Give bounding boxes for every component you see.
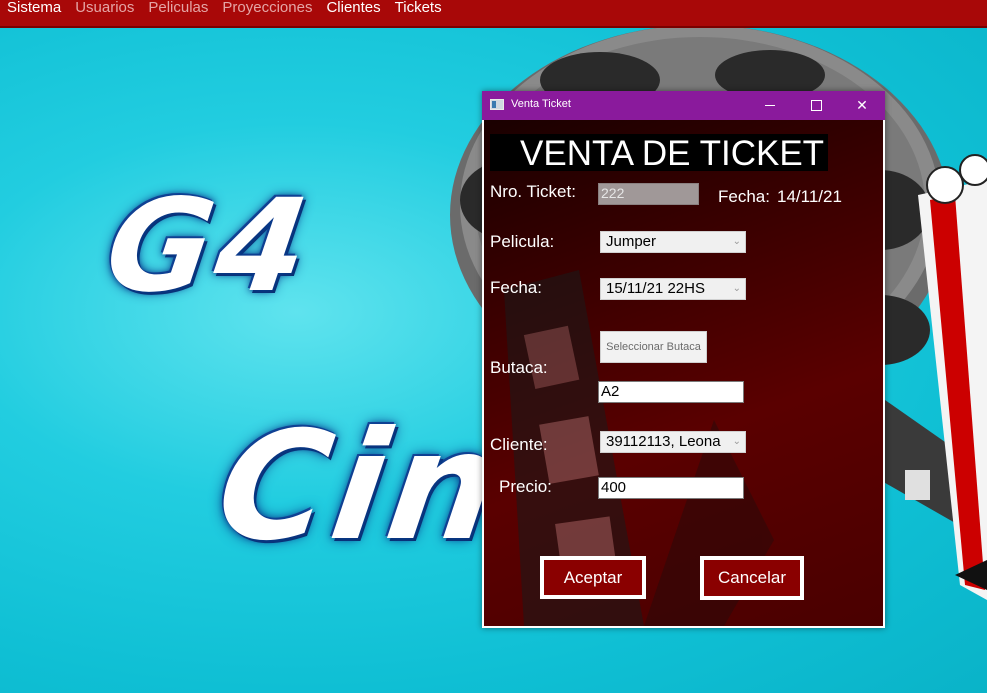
butaca-field[interactable]: A2 <box>598 381 744 403</box>
fecha-venta-label: Fecha: <box>718 187 770 206</box>
cliente-select[interactable]: 39112113, Leona ⌄ <box>600 431 746 453</box>
menu-peliculas: Peliculas <box>148 0 209 16</box>
window-client-area: VENTA DE TICKET Nro. Ticket: 222 Fecha: … <box>484 120 883 626</box>
chevron-down-icon: ⌄ <box>732 236 741 247</box>
pelicula-select-value: Jumper <box>606 233 657 250</box>
window-app-icon <box>490 99 504 110</box>
cliente-label: Cliente: <box>490 435 548 454</box>
ticket-number-field: 222 <box>598 183 699 205</box>
menu-tickets[interactable]: Tickets <box>388 0 449 16</box>
window-title: Venta Ticket <box>511 98 571 110</box>
header-banner: VENTA DE TICKET <box>490 134 828 173</box>
butaca-label: Butaca: <box>490 358 548 377</box>
seleccionar-butaca-button[interactable]: Seleccionar Butaca <box>600 331 707 363</box>
minimize-button[interactable] <box>747 91 793 120</box>
maximize-icon <box>810 100 822 111</box>
menu-usuarios: Usuarios <box>75 0 135 16</box>
menu-proyecciones: Proyecciones <box>222 0 313 16</box>
close-button[interactable]: ✕ <box>839 91 885 120</box>
precio-label: Precio: <box>499 477 552 496</box>
menu-clientes[interactable]: Clientes <box>319 0 387 16</box>
pelicula-select[interactable]: Jumper ⌄ <box>600 231 746 253</box>
chevron-down-icon: ⌄ <box>732 283 741 294</box>
chevron-down-icon: ⌄ <box>732 436 741 447</box>
accept-button[interactable]: Aceptar <box>540 556 646 599</box>
minimize-icon <box>765 105 775 106</box>
precio-field[interactable]: 400 <box>598 477 744 499</box>
funcion-select-value: 15/11/21 22HS <box>606 280 705 297</box>
pelicula-label: Pelicula: <box>490 232 555 251</box>
venta-ticket-window: Venta Ticket ✕ VENTA DE TICKET Nro. Tick… <box>482 91 885 628</box>
ticket-number-label: Nro. Ticket: <box>490 182 576 201</box>
brand-g4-text: G4 <box>97 172 321 321</box>
main-menu-bar: Sistema Usuarios Peliculas Proyecciones … <box>0 0 987 28</box>
window-titlebar[interactable]: Venta Ticket ✕ <box>482 91 885 120</box>
page-title: VENTA DE TICKET <box>520 134 825 173</box>
popcorn-box <box>918 154 987 600</box>
cancel-button[interactable]: Cancelar <box>700 556 804 600</box>
cliente-select-value: 39112113, Leona <box>606 433 721 450</box>
funcion-select[interactable]: 15/11/21 22HS ⌄ <box>600 278 746 300</box>
close-icon: ✕ <box>856 97 868 114</box>
menu-sistema[interactable]: Sistema <box>0 0 68 16</box>
fecha-venta-value: 14/11/21 <box>777 187 842 206</box>
maximize-button[interactable] <box>793 91 839 120</box>
funcion-label: Fecha: <box>490 278 542 297</box>
